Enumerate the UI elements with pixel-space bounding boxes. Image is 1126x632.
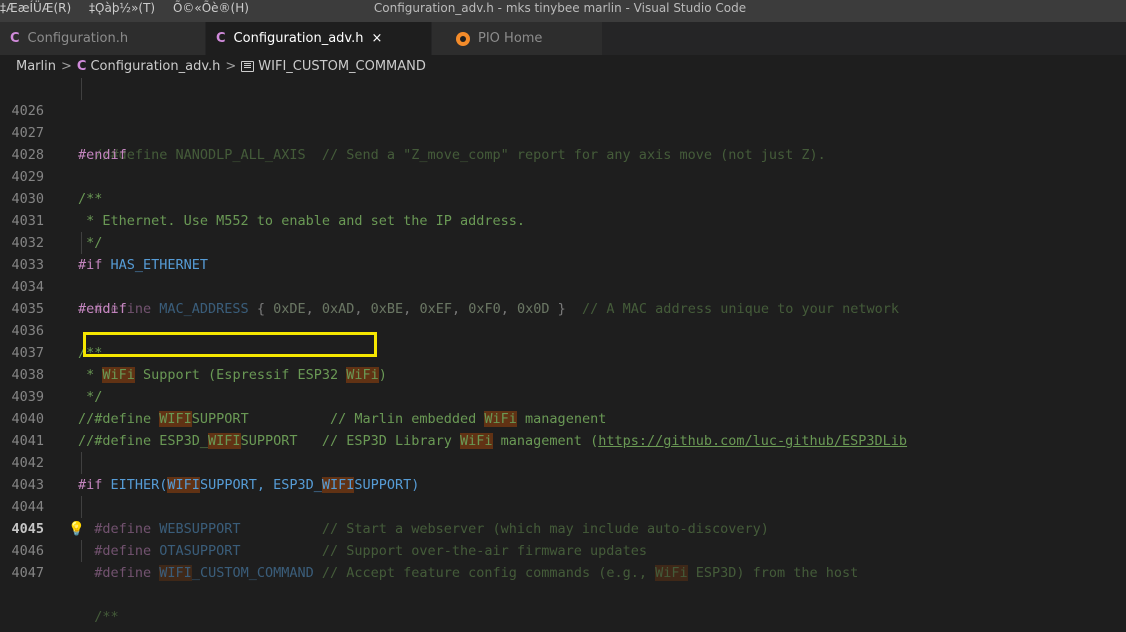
indent-guide	[81, 496, 82, 518]
tab-configuration-h[interactable]: C Configuration.h	[0, 22, 205, 55]
menu-bar: ‡ÆæÍÜÆ(R) ‡Ǫàþ½»(T) Õ©«Õè®(H)	[0, 1, 263, 15]
code-line: 4031 */	[0, 188, 1126, 251]
search-match: WiFi	[655, 565, 688, 581]
code-text: #define	[78, 565, 152, 581]
symbol-constant-icon	[241, 60, 255, 72]
indent-guide	[81, 78, 82, 100]
code-line: 4032 #if HAS_ETHERNET	[0, 210, 1126, 273]
code-text: // Accept feature config commands (e.g.,	[313, 565, 656, 581]
code-line: 4034 #endif	[0, 254, 1126, 317]
tab-bar: C Configuration.h C Configuration_adv.h …	[0, 22, 1126, 55]
code-line: 4045 #define WIFI_CUSTOM_COMMAND // Acce…	[0, 496, 1126, 581]
platformio-icon	[456, 31, 470, 46]
code-line: 4046	[0, 518, 1126, 559]
code-line: 4035	[0, 276, 1126, 317]
breadcrumb-symbol[interactable]: WIFI_CUSTOM_COMMAND	[258, 59, 426, 74]
breadcrumb-file[interactable]: Configuration_adv.h	[90, 59, 220, 74]
c-file-icon: C	[216, 31, 226, 46]
window-title: Configuration_adv.h - mks tinybee marlin…	[373, 1, 747, 15]
code-line: 4026 //#define NANODLP_ALL_AXIS // Send …	[0, 78, 1126, 163]
code-line: 4040 //#define ESP3D_WIFISUPPORT // ESP3…	[0, 386, 1126, 449]
code-text: /**	[78, 609, 119, 625]
tab-pio-home[interactable]: PIO Home	[432, 22, 602, 55]
tab-configuration-adv-h[interactable]: C Configuration_adv.h ×	[206, 22, 431, 55]
code-text: _CUSTOM_COMMAND	[191, 565, 314, 581]
code-line: 4030 * Ethernet. Use M552 to enable and …	[0, 166, 1126, 229]
chevron-right-icon: >	[61, 58, 72, 74]
code-line: 4027 #endif	[0, 100, 1126, 163]
code-line: 4042 #if EITHER(WIFISUPPORT, ESP3D_WIFIS…	[0, 430, 1126, 493]
tab-label: PIO Home	[478, 31, 543, 46]
code-line: 4028	[0, 122, 1126, 163]
line-number: 4047	[11, 565, 44, 581]
search-match: WIFI	[159, 565, 192, 581]
close-icon[interactable]: ×	[371, 31, 382, 46]
indent-guide	[81, 232, 82, 254]
code-line: 4033 #define MAC_ADDRESS { 0xDE, 0xAD, 0…	[0, 232, 1126, 317]
breadcrumb: Marlin > C Configuration_adv.h > WIFI_CU…	[0, 55, 1126, 77]
code-line: 4043 #define WEBSUPPORT // Start a webse…	[0, 452, 1126, 537]
code-line: 4039 //#define WIFISUPPORT // Marlin emb…	[0, 364, 1126, 427]
annotation-highlight-box	[83, 332, 377, 357]
code-line: 4044 💡 #define OTASUPPORT // Support ove…	[0, 474, 1126, 559]
menu-help[interactable]: Õ©«Õè®(H)	[173, 1, 249, 15]
code-text: ESP3D) from the host	[687, 565, 859, 581]
code-line: 4036 /**	[0, 298, 1126, 361]
tab-label: Configuration.h	[27, 31, 129, 46]
chevron-right-icon: >	[225, 58, 237, 74]
menu-terminal[interactable]: ‡Ǫàþ½»(T)	[89, 1, 155, 15]
c-file-icon: C	[10, 31, 20, 46]
menu-run[interactable]: ‡ÆæÍÜÆ(R)	[0, 1, 71, 15]
breadcrumb-folder[interactable]: Marlin	[16, 59, 56, 74]
title-bar: ‡ÆæÍÜÆ(R) ‡Ǫàþ½»(T) Õ©«Õè®(H) Configurat…	[0, 0, 1126, 22]
code-line: 4047 /**	[0, 540, 1126, 625]
indent-guide	[81, 540, 82, 562]
code-line: 4041	[0, 408, 1126, 449]
code-line: 4029 /**	[0, 144, 1126, 207]
indent-guide	[81, 452, 82, 474]
tab-label: Configuration_adv.h	[233, 31, 364, 46]
c-file-icon: C	[76, 58, 87, 74]
